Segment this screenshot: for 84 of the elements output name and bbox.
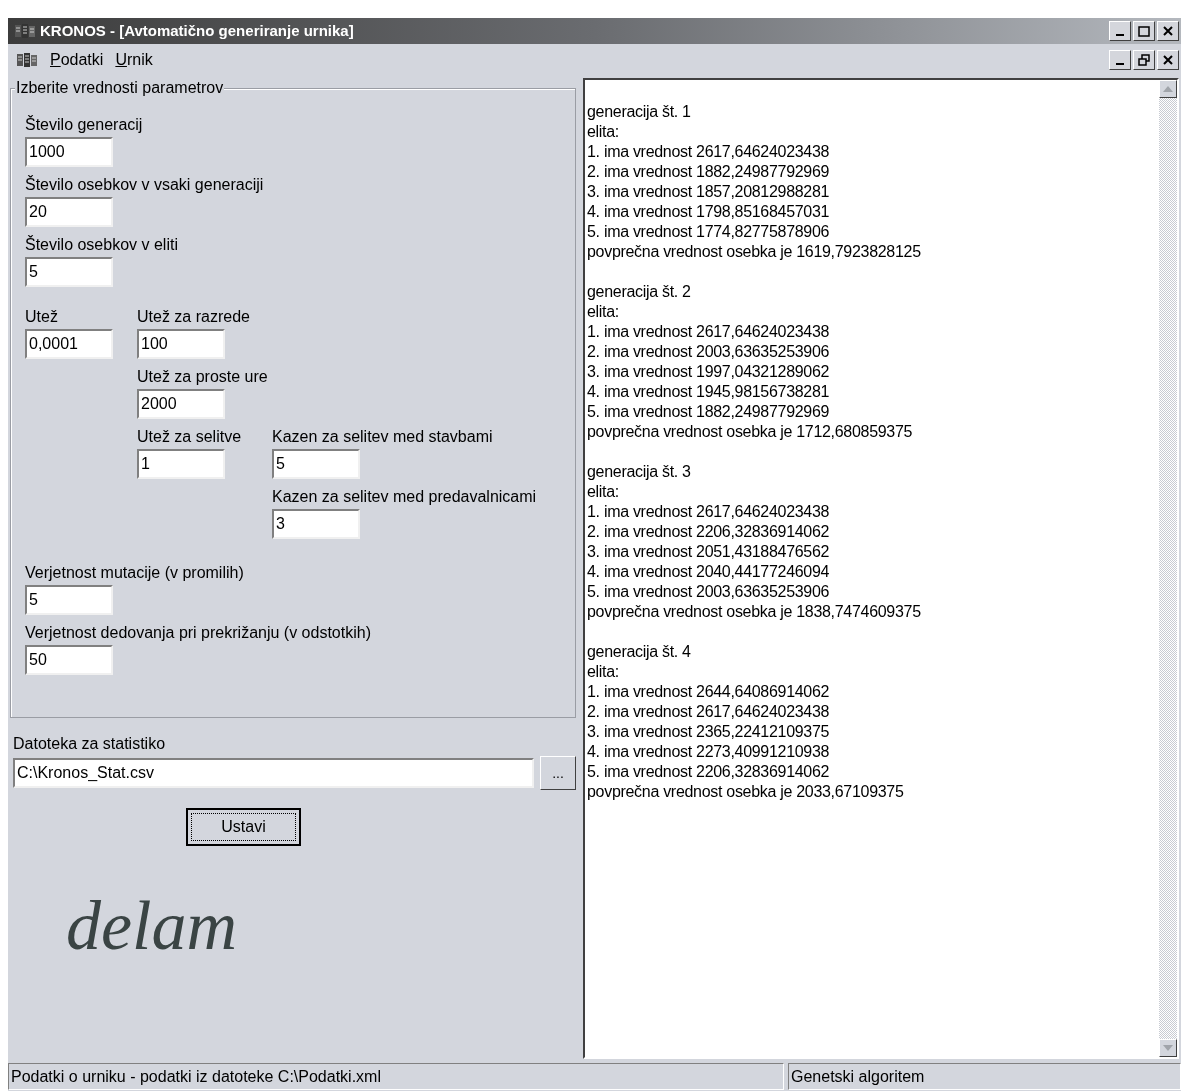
status-panel: Podatki o urniku - podatki iz datoteke C:\Podatki.xml — [8, 1063, 784, 1090]
minimize-button[interactable] — [1109, 50, 1131, 70]
close-icon — [1163, 26, 1173, 36]
close-button[interactable] — [1157, 21, 1179, 41]
field-label: Verjetnost dedovanja pri prekrižanju (v odstotkih) — [25, 623, 372, 643]
restore-icon — [1138, 54, 1150, 66]
menu-item[interactable]: Podatki — [50, 48, 104, 72]
input-field[interactable]: 5 — [25, 257, 113, 287]
field-label: Utež za razrede — [137, 307, 251, 327]
log-line: generacija št. 2 — [587, 282, 692, 302]
app-icon — [14, 23, 36, 39]
log-line: 3. ima vrednost 2051,43188476562 — [587, 542, 831, 562]
status-text: delam — [66, 886, 238, 966]
log-line: 1. ima vrednost 2644,64086914062 — [587, 682, 831, 702]
field-label: Število generacij — [25, 115, 144, 135]
maximize-icon — [1138, 25, 1150, 37]
up-arrow-icon — [1163, 86, 1173, 92]
menu-item[interactable]: Urnik — [115, 48, 153, 72]
input-field[interactable]: 1000 — [25, 137, 113, 167]
log-line: povprečna vrednost osebka je 2033,67109375 — [587, 782, 905, 802]
input-field[interactable]: 3 — [272, 509, 360, 539]
log-line: 3. ima vrednost 1857,20812988281 — [587, 182, 831, 202]
window-title: KRONOS - [Avtomatično generiranje urnika] — [40, 20, 355, 41]
minimize-icon — [1116, 63, 1124, 65]
restore-button[interactable] — [1133, 50, 1155, 70]
input-field[interactable]: 1 — [137, 449, 225, 479]
log-line: generacija št. 1 — [587, 102, 692, 122]
log-line: generacija št. 3 — [587, 462, 692, 482]
log-line: povprečna vrednost osebka je 1619,7923828125 — [587, 242, 922, 262]
close-icon — [1163, 55, 1173, 65]
input-field[interactable]: 5 — [25, 585, 113, 615]
log-line: elita: — [587, 662, 620, 682]
log-line: elita: — [587, 482, 620, 502]
field-label: Utež za selitve — [137, 427, 243, 447]
input-field[interactable]: 20 — [25, 197, 113, 227]
log-line: elita: — [587, 122, 620, 142]
field-label: Utež — [25, 307, 59, 327]
scrollbar[interactable] — [1159, 80, 1177, 1057]
close-button[interactable] — [1157, 50, 1179, 70]
input-field[interactable]: 5 — [272, 449, 360, 479]
input-field[interactable]: 100 — [137, 329, 225, 359]
log-line: 4. ima vrednost 2273,40991210938 — [587, 742, 831, 762]
log-line: povprečna vrednost osebka je 1712,680859375 — [587, 422, 914, 442]
log-line: 2. ima vrednost 2206,32836914062 — [587, 522, 831, 542]
status-panel: Genetski algoritem — [788, 1063, 1181, 1090]
maximize-button[interactable] — [1133, 21, 1155, 41]
field-label: Kazen za selitev med predavalnicami — [272, 487, 537, 507]
field-label: Število osebkov v eliti — [25, 235, 179, 255]
minimize-icon — [1116, 34, 1124, 36]
scroll-up-button[interactable] — [1159, 80, 1177, 98]
log-line: povprečna vrednost osebka je 1838,7474609375 — [587, 602, 922, 622]
minimize-button[interactable] — [1109, 21, 1131, 41]
log-line: 4. ima vrednost 2040,44177246094 — [587, 562, 831, 582]
log-line: 3. ima vrednost 1997,04321289062 — [587, 362, 831, 382]
log-line: generacija št. 4 — [587, 642, 692, 662]
log-line: 2. ima vrednost 2617,64624023438 — [587, 702, 831, 722]
field-label: Verjetnost mutacije (v promilih) — [25, 563, 245, 583]
log-line: 4. ima vrednost 1798,85168457031 — [587, 202, 831, 222]
field-label: Datoteka za statistiko — [13, 734, 167, 754]
browse-button[interactable]: ... — [540, 756, 576, 790]
log-line: 5. ima vrednost 2003,63635253906 — [587, 582, 831, 602]
scroll-down-button[interactable] — [1159, 1039, 1177, 1057]
group-legend: Izberite vrednosti parametrov — [15, 78, 225, 98]
field-label: Kazen za selitev med stavbami — [272, 427, 494, 447]
input-field[interactable]: C:\Kronos_Stat.csv — [13, 758, 534, 788]
log-line: 1. ima vrednost 2617,64624023438 — [587, 502, 831, 522]
field-label: Število osebkov v vsaki generaciji — [25, 175, 265, 195]
field-label: Utež za proste ure — [137, 367, 269, 387]
app-icon — [16, 52, 38, 68]
log-line: 5. ima vrednost 2206,32836914062 — [587, 762, 831, 782]
log-line: 3. ima vrednost 2365,22412109375 — [587, 722, 831, 742]
log-line: 1. ima vrednost 2617,64624023438 — [587, 142, 831, 162]
down-arrow-icon — [1163, 1045, 1173, 1051]
log-line: 2. ima vrednost 1882,24987792969 — [587, 162, 831, 182]
log-line: 4. ima vrednost 1945,98156738281 — [587, 382, 831, 402]
log-line: elita: — [587, 302, 620, 322]
input-field[interactable]: 0,0001 — [25, 329, 113, 359]
stop-button[interactable]: Ustavi — [186, 808, 301, 846]
input-field[interactable]: 2000 — [137, 389, 225, 419]
log-line: 5. ima vrednost 1882,24987792969 — [587, 402, 831, 422]
log-line: 1. ima vrednost 2617,64624023438 — [587, 322, 831, 342]
log-line: 2. ima vrednost 2003,63635253906 — [587, 342, 831, 362]
input-field[interactable]: 50 — [25, 645, 113, 675]
log-line: 5. ima vrednost 1774,82775878906 — [587, 222, 831, 242]
